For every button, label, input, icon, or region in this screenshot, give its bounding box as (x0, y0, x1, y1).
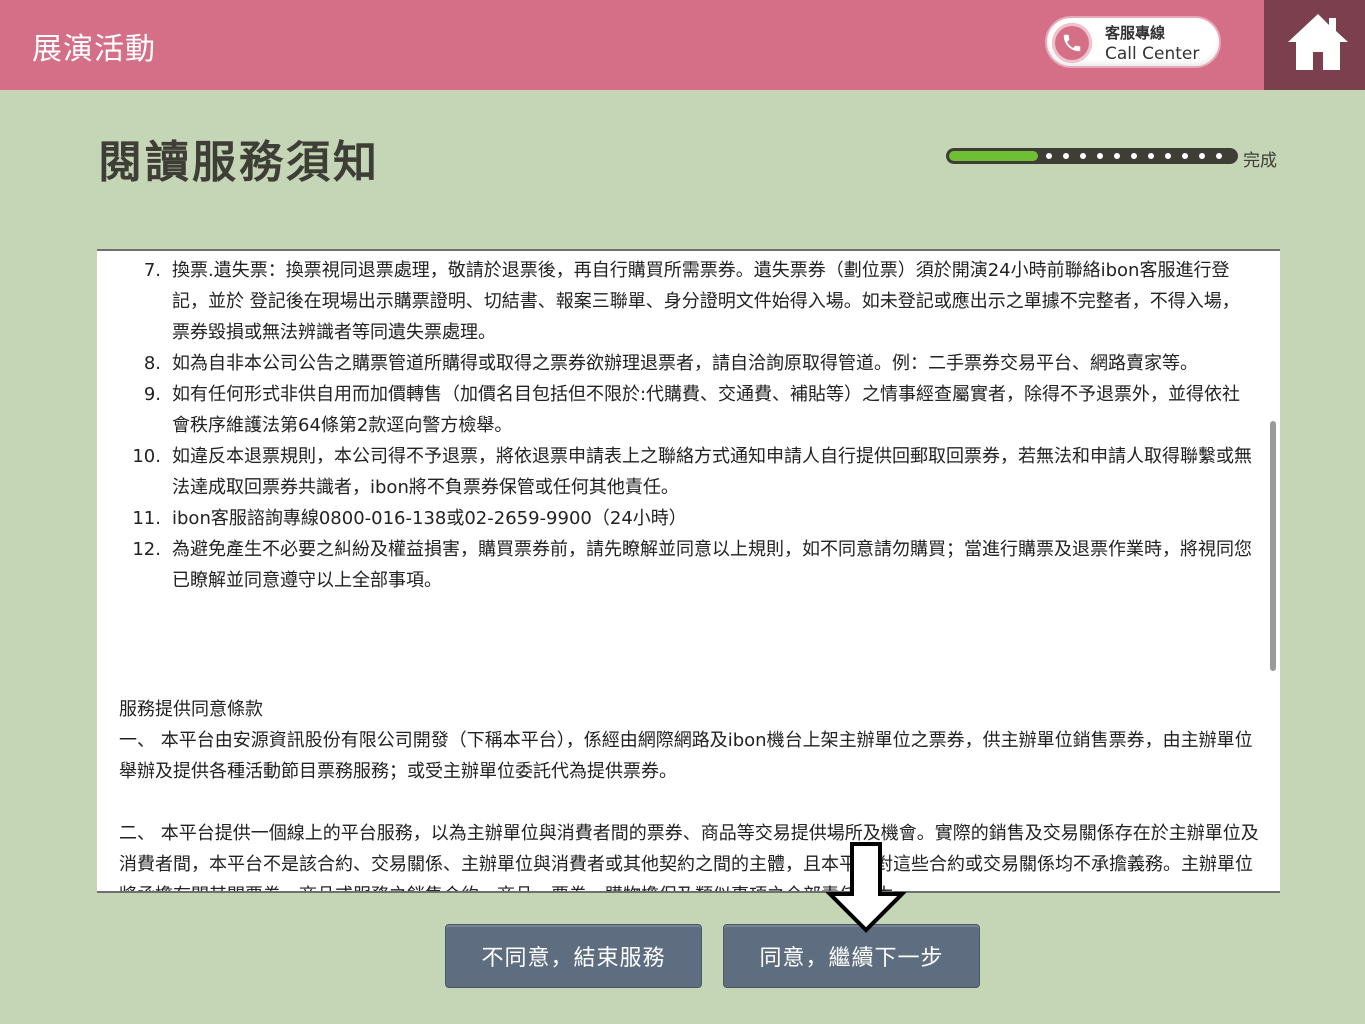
call-center-label-zh: 客服專線 (1105, 24, 1166, 42)
list-item: 11. ibon客服諮詢專線0800-016-138或02-2659-9900（… (97, 503, 1267, 534)
progress-step-dot (1148, 153, 1154, 159)
phone-icon (1052, 23, 1092, 63)
rules-list: 7. 換票.遺失票：換票視同退票處理，敬請於退票後，再自行購買所需票券。遺失票券… (97, 255, 1267, 596)
home-icon (1288, 14, 1348, 70)
list-item: 9. 如有任何形式非供自用而加價轉售（加價名目包括但不限於:代購費、交通費、補貼… (97, 379, 1267, 441)
list-item-text: 為避免產生不必要之糾紛及權益損害，購買票券前，請先瞭解並同意以上規則，如不同意請… (172, 539, 1252, 591)
list-item: 12. 為避免產生不必要之糾紛及權益損害，購買票券前，請先瞭解並同意以上規則，如… (97, 534, 1267, 596)
list-item-text: 如違反本退票規則，本公司得不予退票，將依退票申請表上之聯絡方式通知申請人自行提供… (172, 446, 1252, 498)
scrollbar-thumb[interactable] (1270, 421, 1276, 671)
terms-paragraph: 一、 本平台由安源資訊股份有限公司開發（下稱本平台），係經由網際網路及ibon機… (119, 730, 1253, 782)
service-terms: 服務提供同意條款 一、 本平台由安源資訊股份有限公司開發（下稱本平台），係經由網… (119, 694, 1259, 891)
progress-fill (949, 151, 1038, 161)
progress-step-dot (1199, 153, 1205, 159)
list-item-number: 12. (132, 539, 161, 560)
list-item-number: 9. (143, 384, 161, 405)
list-item: 7. 換票.遺失票：換票視同退票處理，敬請於退票後，再自行購買所需票券。遺失票券… (97, 255, 1267, 348)
progress-step-dot (1216, 153, 1222, 159)
terms-heading: 服務提供同意條款 (119, 699, 263, 720)
header-bar: 展演活動 客服專線 Call Center (0, 0, 1365, 90)
list-item-number: 10. (132, 446, 161, 467)
progress-step-dot (1097, 153, 1103, 159)
list-item-number: 8. (143, 353, 161, 374)
arrow-down-icon (826, 842, 906, 933)
call-center-label-en: Call Center (1105, 44, 1200, 64)
progress-label: 完成 (1243, 151, 1277, 171)
list-item-text: ibon客服諮詢專線0800-016-138或02-2659-9900（24小時… (172, 508, 687, 529)
header-title: 展演活動 (32, 32, 156, 67)
progress-step-dot (1080, 153, 1086, 159)
terms-scroll-panel[interactable]: 7. 換票.遺失票：換票視同退票處理，敬請於退票後，再自行購買所需票券。遺失票券… (97, 249, 1280, 893)
progress-steps (1046, 153, 1222, 159)
list-item: 8. 如為自非本公司公告之購票管道所購得或取得之票券欲辦理退票者，請自洽詢原取得… (97, 348, 1267, 379)
progress-step-dot (1165, 153, 1171, 159)
list-item: 10. 如違反本退票規則，本公司得不予退票，將依退票申請表上之聯絡方式通知申請人… (97, 441, 1267, 503)
disagree-button[interactable]: 不同意，結束服務 (445, 924, 702, 988)
progress-bar (946, 148, 1238, 164)
progress-step-dot (1046, 153, 1052, 159)
progress-step-dot (1131, 153, 1137, 159)
list-item-text: 換票.遺失票：換票視同退票處理，敬請於退票後，再自行購買所需票券。遺失票券（劃位… (172, 260, 1240, 343)
progress-step-dot (1114, 153, 1120, 159)
list-item-number: 7. (143, 260, 161, 281)
call-center-button[interactable]: 客服專線 Call Center (1045, 16, 1221, 68)
terms-paragraph: 二、 本平台提供一個線上的平台服務，以為主辦單位與消費者間的票券、商品等交易提供… (119, 823, 1259, 891)
progress-step-dot (1063, 153, 1069, 159)
home-button[interactable] (1264, 0, 1365, 90)
list-item-text: 如有任何形式非供自用而加價轉售（加價名目包括但不限於:代購費、交通費、補貼等）之… (172, 384, 1241, 436)
page-title: 閱讀服務須知 (98, 137, 380, 188)
list-item-number: 11. (132, 508, 161, 529)
list-item-text: 如為自非本公司公告之購票管道所購得或取得之票券欲辦理退票者，請自洽詢原取得管道。… (172, 353, 1198, 374)
progress-step-dot (1182, 153, 1188, 159)
